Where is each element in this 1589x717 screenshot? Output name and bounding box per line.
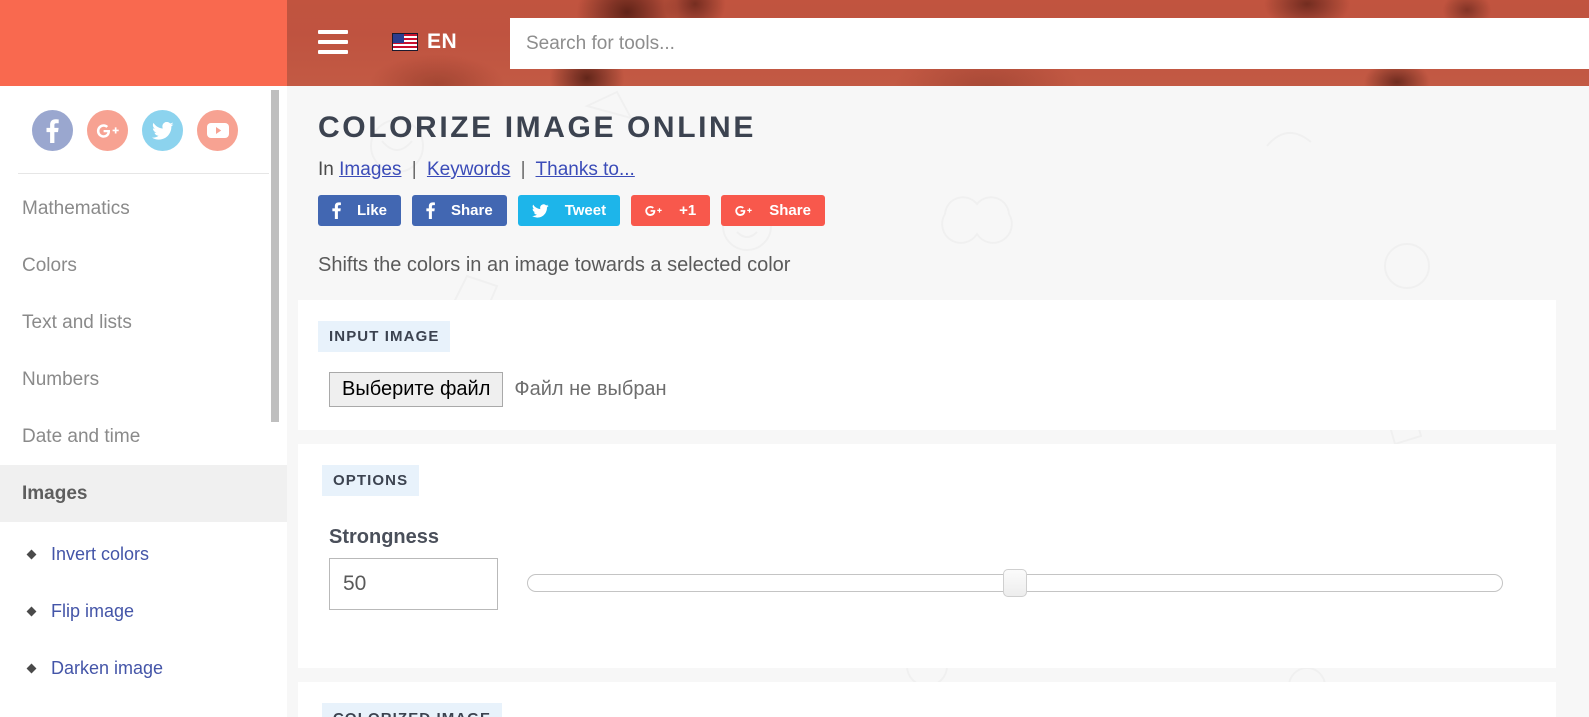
- facebook-like-button[interactable]: Like: [318, 195, 402, 226]
- hamburger-bar: [318, 40, 348, 44]
- page-root: PINETOOLS EN: [0, 0, 1589, 717]
- hamburger-icon[interactable]: [318, 30, 348, 54]
- input-image-panel: INPUT IMAGE Выберите файл Файл не выбран: [298, 300, 1556, 430]
- hamburger-bar: [318, 30, 348, 34]
- facebook-icon: [426, 202, 435, 219]
- breadcrumb-separator: |: [411, 159, 417, 180]
- diamond-bullet-icon: [26, 549, 37, 560]
- strongness-label: Strongness: [329, 526, 440, 548]
- sidebar-divider: [18, 173, 269, 174]
- slider-handle[interactable]: [1003, 569, 1027, 597]
- sidebar-item-label: Numbers: [22, 368, 100, 390]
- facebook-icon[interactable]: [32, 110, 73, 151]
- file-upload-row: Выберите файл Файл не выбран: [329, 372, 667, 407]
- share-button-label: Like: [357, 202, 388, 219]
- options-panel: OPTIONS Strongness: [298, 444, 1556, 668]
- breadcrumb-link-thanks-to[interactable]: Thanks to...: [536, 159, 635, 180]
- sidebar-tool-label: Flip image: [51, 601, 135, 621]
- sidebar-scrollbar-thumb[interactable]: [271, 90, 279, 422]
- site-header: PINETOOLS EN: [0, 0, 1589, 86]
- sidebar-tool-list: Invert colors Flip image Darken image: [0, 526, 287, 697]
- sidebar-scrollbar[interactable]: [271, 90, 279, 717]
- language-selector[interactable]: EN: [392, 30, 457, 54]
- google-plus-icon: [645, 205, 663, 217]
- youtube-icon[interactable]: [197, 110, 238, 151]
- sidebar-item-label: Date and time: [22, 425, 141, 447]
- options-panel-label: OPTIONS: [322, 465, 420, 496]
- sidebar: Mathematics Colors Text and lists Number…: [0, 86, 287, 717]
- google-plus-icon: [735, 205, 753, 217]
- share-button-label: Share: [451, 202, 493, 219]
- sidebar-tool-label: Invert colors: [51, 544, 150, 564]
- sidebar-item-label: Images: [22, 482, 88, 504]
- share-button-label: +1: [679, 202, 697, 219]
- google-plus-share-button[interactable]: Share: [721, 195, 825, 226]
- breadcrumb-link-images[interactable]: Images: [339, 159, 401, 180]
- sidebar-item-text-and-lists[interactable]: Text and lists: [0, 294, 287, 351]
- sidebar-tool-invert-colors[interactable]: Invert colors: [0, 526, 287, 583]
- header-logo-area: [0, 0, 287, 86]
- breadcrumb: In Images | Keywords | Thanks to...: [318, 159, 635, 181]
- sidebar-item-label: Colors: [22, 254, 77, 276]
- diamond-bullet-icon: [26, 606, 37, 617]
- sidebar-item-label: Text and lists: [22, 311, 132, 333]
- breadcrumb-prefix: In: [318, 159, 334, 180]
- language-code: EN: [427, 30, 458, 53]
- tool-description: Shifts the colors in an image towards a …: [318, 254, 791, 276]
- strongness-slider[interactable]: [527, 558, 1503, 610]
- twitter-icon: [531, 203, 549, 218]
- google-plus-one-button[interactable]: +1: [631, 195, 711, 226]
- sidebar-tool-flip-image[interactable]: Flip image: [0, 583, 287, 640]
- sidebar-item-mathematics[interactable]: Mathematics: [0, 180, 287, 237]
- social-share-row: Like Share Tweet +1 Share: [318, 195, 825, 226]
- main-content: COLORIZE IMAGE ONLINE In Images | Keywor…: [287, 86, 1589, 717]
- facebook-share-button[interactable]: Share: [412, 195, 507, 226]
- sidebar-item-images[interactable]: Images: [0, 465, 287, 522]
- search-input[interactable]: [510, 18, 1589, 69]
- sidebar-item-label: Mathematics: [22, 197, 130, 219]
- twitter-icon[interactable]: [142, 110, 183, 151]
- share-button-label: Share: [769, 202, 811, 219]
- facebook-icon: [332, 202, 341, 219]
- breadcrumb-link-keywords[interactable]: Keywords: [427, 159, 510, 180]
- sidebar-category-list: Mathematics Colors Text and lists Number…: [0, 180, 287, 522]
- google-plus-icon[interactable]: [87, 110, 128, 151]
- file-status-text: Файл не выбран: [514, 378, 667, 400]
- strongness-input[interactable]: [329, 558, 498, 610]
- input-image-panel-label: INPUT IMAGE: [318, 321, 451, 352]
- twitter-tweet-button[interactable]: Tweet: [517, 195, 621, 226]
- page-title: COLORIZE IMAGE ONLINE: [318, 111, 756, 144]
- colorized-image-panel: COLORIZED IMAGE: [298, 682, 1556, 717]
- sidebar-item-date-and-time[interactable]: Date and time: [0, 408, 287, 465]
- colorized-image-panel-label: COLORIZED IMAGE: [322, 703, 503, 717]
- us-flag-icon: [392, 33, 418, 51]
- sidebar-tool-label: Darken image: [51, 658, 164, 678]
- sidebar-tool-darken-image[interactable]: Darken image: [0, 640, 287, 697]
- breadcrumb-separator: |: [520, 159, 526, 180]
- hamburger-bar: [318, 50, 348, 54]
- sidebar-item-colors[interactable]: Colors: [0, 237, 287, 294]
- share-button-label: Tweet: [564, 202, 607, 219]
- sidebar-item-numbers[interactable]: Numbers: [0, 351, 287, 408]
- diamond-bullet-icon: [26, 663, 37, 674]
- social-links: [0, 86, 287, 151]
- choose-file-button[interactable]: Выберите файл: [329, 372, 504, 407]
